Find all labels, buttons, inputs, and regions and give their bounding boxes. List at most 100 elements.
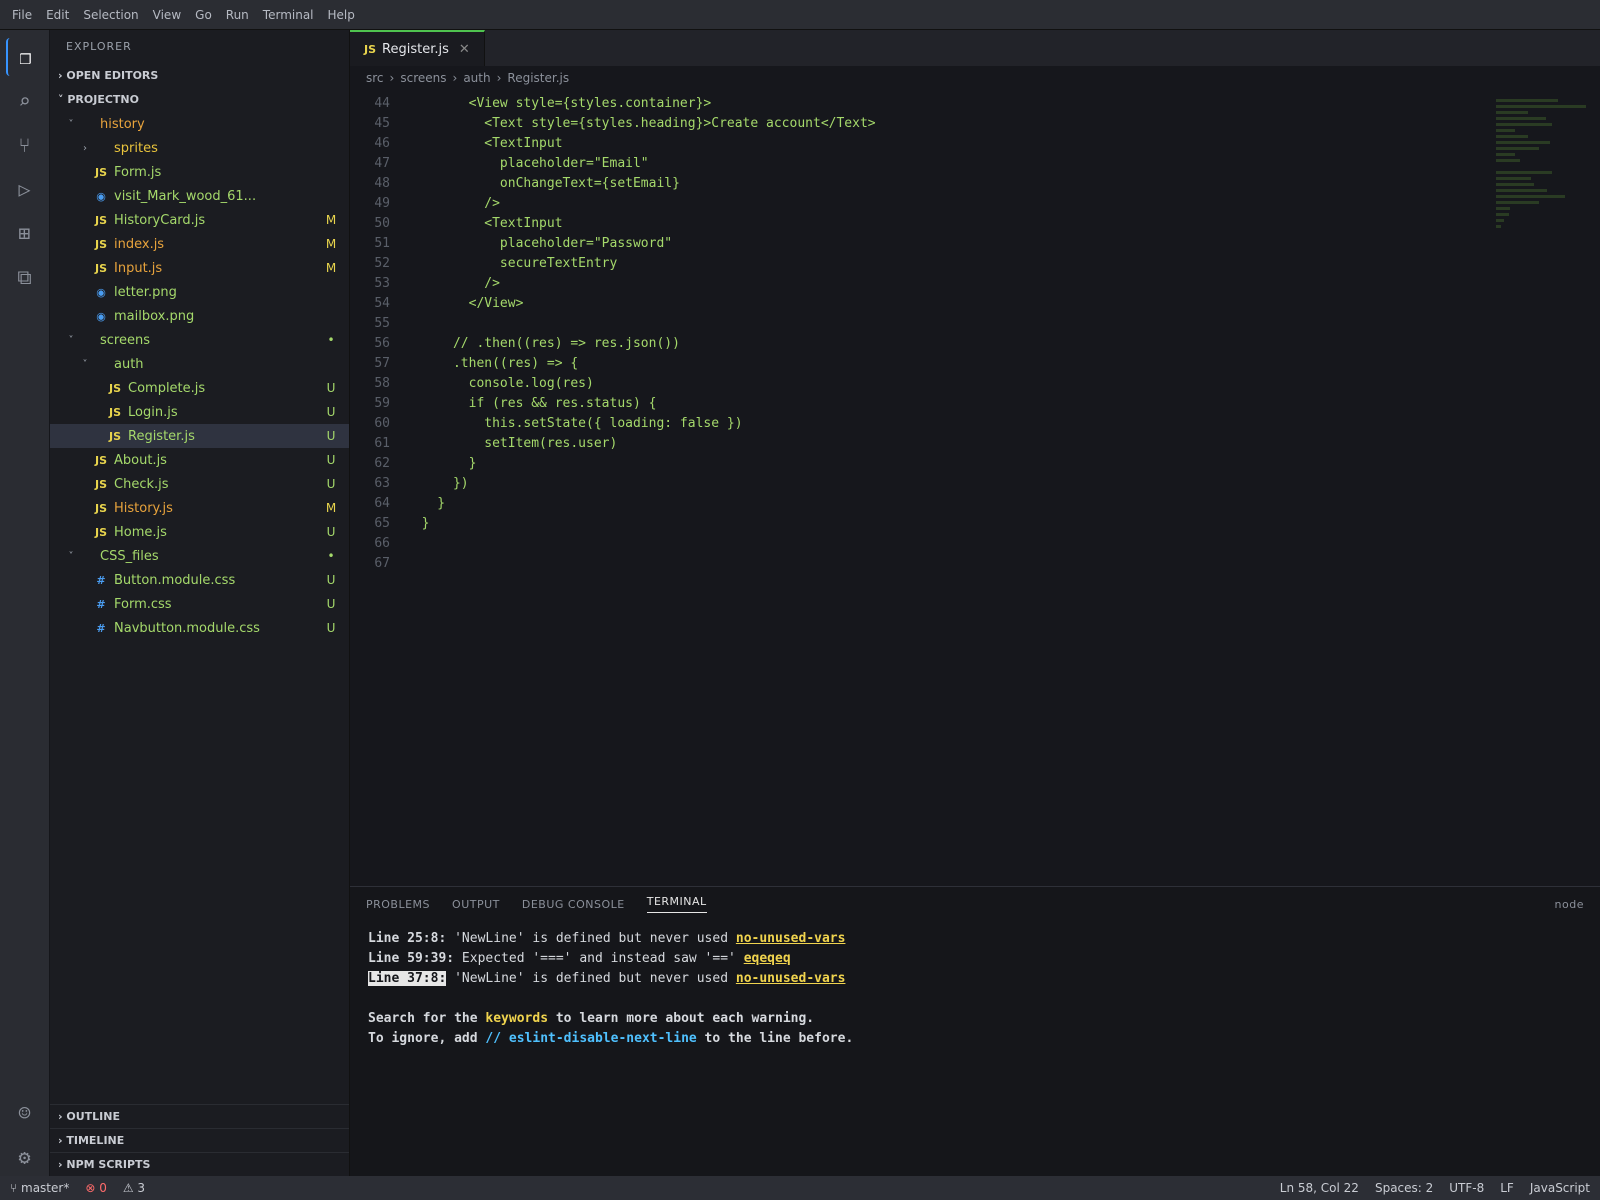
panel-tab-problems[interactable]: PROBLEMS <box>366 898 430 911</box>
panel-tab-terminal[interactable]: TERMINAL <box>646 895 707 913</box>
tree-item[interactable]: ˅ CSS_files • <box>50 544 349 568</box>
minimap-line <box>1496 141 1551 144</box>
project-section[interactable]: ˅ PROJECTNO <box>50 88 349 112</box>
account-icon[interactable]: ☺ <box>6 1094 44 1132</box>
tree-item[interactable]: JS Form.js <box>50 160 349 184</box>
indentation[interactable]: Spaces: 2 <box>1375 1181 1433 1195</box>
error-count[interactable]: ⊗ 0 <box>85 1181 107 1195</box>
tree-item[interactable]: # Navbutton.module.css U <box>50 616 349 640</box>
tree-item[interactable]: JS Login.js U <box>50 400 349 424</box>
section-outline[interactable]: › OUTLINE <box>50 1104 349 1128</box>
tree-item[interactable]: JS index.js M <box>50 232 349 256</box>
breadcrumb-item[interactable]: screens <box>400 71 446 85</box>
run-debug-icon[interactable]: ▷ <box>6 170 44 208</box>
menu-run[interactable]: Run <box>226 8 249 22</box>
line-content: /> <box>406 196 500 211</box>
menu-edit[interactable]: Edit <box>46 8 69 22</box>
language-mode[interactable]: JavaScript <box>1530 1181 1590 1195</box>
code-line: 53 /> <box>350 276 1600 296</box>
line-content: }) <box>406 476 469 491</box>
tree-item[interactable]: ˅ history <box>50 112 349 136</box>
minimap[interactable] <box>1496 96 1586 886</box>
cursor-position[interactable]: Ln 58, Col 22 <box>1280 1181 1359 1195</box>
encoding[interactable]: UTF-8 <box>1449 1181 1484 1195</box>
tree-item-label: mailbox.png <box>114 308 195 324</box>
eslint-rule-link[interactable]: eqeqeq <box>744 951 791 966</box>
source-control-icon[interactable]: ⑂ <box>6 126 44 164</box>
line-number: 67 <box>374 556 390 571</box>
tree-item[interactable]: JS Home.js U <box>50 520 349 544</box>
code-editor[interactable]: 44 <View style={styles.container}> 45 <Te… <box>350 90 1600 886</box>
panel-tab-output[interactable]: OUTPUT <box>452 898 500 911</box>
close-icon[interactable]: ✕ <box>459 42 470 57</box>
menu-go[interactable]: Go <box>195 8 212 22</box>
breadcrumb-item[interactable]: src <box>366 71 384 85</box>
warning-message: 'NewLine' is defined but never used <box>446 971 736 986</box>
file-type-icon: # <box>96 621 106 635</box>
eslint-rule-link[interactable]: no-unused-vars <box>736 931 846 946</box>
line-content: } <box>406 516 430 531</box>
tree-item[interactable]: JS Complete.js U <box>50 376 349 400</box>
remote-icon[interactable]: ⧉ <box>6 258 44 296</box>
code-line: 50 <TextInput <box>350 216 1600 236</box>
warning-count[interactable]: ⚠ 3 <box>123 1181 145 1195</box>
git-status-badge: U <box>326 381 336 395</box>
tree-item[interactable]: › sprites <box>50 136 349 160</box>
git-status-badge: U <box>326 477 336 491</box>
git-status-badge: U <box>326 405 336 419</box>
tree-item[interactable]: JS About.js U <box>50 448 349 472</box>
line-number: 45 <box>374 116 390 131</box>
eslint-rule-link[interactable]: no-unused-vars <box>736 971 846 986</box>
file-type-icon: ◉ <box>96 189 106 203</box>
menu-view[interactable]: View <box>153 8 181 22</box>
section-npm-scripts[interactable]: › NPM SCRIPTS <box>50 1152 349 1176</box>
panel-tab-debug-console[interactable]: DEBUG CONSOLE <box>522 898 625 911</box>
tree-item[interactable]: # Form.css U <box>50 592 349 616</box>
tree-item[interactable]: ˅ screens • <box>50 328 349 352</box>
tree-item[interactable]: JS History.js M <box>50 496 349 520</box>
extensions-icon[interactable]: ⊞ <box>6 214 44 252</box>
breadcrumb-item[interactable]: auth <box>463 71 490 85</box>
tree-item-label: Check.js <box>114 476 169 492</box>
tree-item-label: history <box>100 116 145 132</box>
line-number: 52 <box>374 256 390 271</box>
code-line: 64 } <box>350 496 1600 516</box>
tree-item[interactable]: JS Register.js U <box>50 424 349 448</box>
minimap-line <box>1496 207 1511 210</box>
settings-gear-icon[interactable]: ⚙ <box>6 1138 44 1176</box>
tree-item[interactable]: ◉ mailbox.png <box>50 304 349 328</box>
tree-item[interactable]: # Button.module.css U <box>50 568 349 592</box>
tree-item[interactable]: ◉ letter.png <box>50 280 349 304</box>
section-timeline[interactable]: › TIMELINE <box>50 1128 349 1152</box>
terminal-shell-select[interactable]: node <box>1555 898 1584 911</box>
menu-file[interactable]: File <box>12 8 32 22</box>
minimap-line <box>1496 213 1509 216</box>
line-number: 59 <box>374 396 390 411</box>
tab-register[interactable]: JS Register.js ✕ <box>350 30 485 66</box>
tree-item[interactable]: JS Check.js U <box>50 472 349 496</box>
tree-item[interactable]: JS HistoryCard.js M <box>50 208 349 232</box>
minimap-line <box>1496 153 1516 156</box>
files-icon[interactable]: ❐ <box>5 38 44 76</box>
tree-item[interactable]: JS Input.js M <box>50 256 349 280</box>
eol[interactable]: LF <box>1500 1181 1514 1195</box>
menu-selection[interactable]: Selection <box>83 8 138 22</box>
file-type-icon: JS <box>94 525 107 539</box>
line-number: 63 <box>374 476 390 491</box>
menu-terminal[interactable]: Terminal <box>263 8 314 22</box>
code-line: 49 /> <box>350 196 1600 216</box>
terminal-output[interactable]: Line 25:8: 'NewLine' is defined but neve… <box>350 921 1600 1176</box>
tree-item[interactable]: ◉ visit_Mark_wood_61... <box>50 184 349 208</box>
line-number: 61 <box>374 436 390 451</box>
tree-item[interactable]: ˅ auth <box>50 352 349 376</box>
menu-help[interactable]: Help <box>328 8 355 22</box>
warning-line: Line 59:39: Expected '===' and instead s… <box>368 949 1582 969</box>
open-editors-section[interactable]: › OPEN EDITORS <box>50 64 349 88</box>
breadcrumb-item[interactable]: Register.js <box>507 71 569 85</box>
tree-item-label: Register.js <box>128 428 195 444</box>
twisty-icon: ˅ <box>68 118 74 130</box>
search-icon[interactable]: ⌕ <box>6 82 44 120</box>
branch-indicator[interactable]: ⑂ master* <box>10 1181 69 1195</box>
minimap-line <box>1496 219 1504 222</box>
git-status-badge: M <box>325 237 337 251</box>
